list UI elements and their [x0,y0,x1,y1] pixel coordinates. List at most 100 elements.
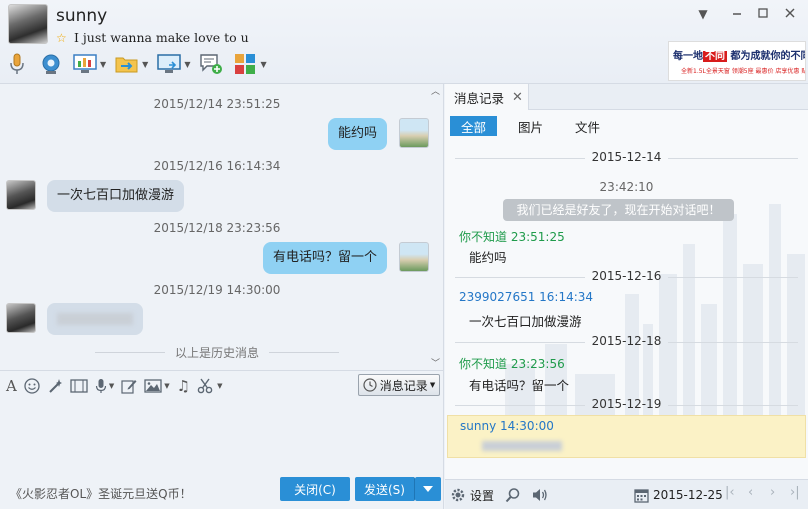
close-button[interactable]: 关闭(C) [280,477,350,501]
ad-banner[interactable]: 每一地 不同 都为成就你的不同 全新1.5L全景天窗 领潮5座 最惠价 店享优惠 … [668,41,806,81]
record-sender[interactable]: 2399027651 16:14:34 [459,290,593,304]
record-sender[interactable]: 你不知道 23:23:56 [459,355,565,372]
message-history-label: 消息记录 [379,378,428,393]
star-icon: ☆ [56,31,67,45]
settings-button[interactable]: 设置 [450,485,494,505]
history-divider: 以上是历史消息 [0,344,434,361]
music-icon[interactable]: ♫ [177,375,190,397]
create-group-chat-button[interactable] [198,50,224,78]
blurred-content [57,312,133,325]
apps-button[interactable]: ▼ [232,50,267,78]
chat-message-area[interactable]: ︿ 2015/12/14 23:51:25 能约吗 2015/12/16 16:… [0,84,444,370]
record-time: 23:42:10 [599,180,654,194]
chevron-down-icon: ▼ [142,59,149,69]
message-timestamp: 2015/12/18 23:23:56 [153,221,281,235]
chat-toolbar: ▼ ▼ ▼ ▼ [4,50,275,78]
ad-subline: 全新1.5L全景天窗 领潮5座 最惠价 店享优惠 贴合城 [681,68,806,75]
chevron-down-icon: ▼ [108,382,115,390]
filter-all[interactable]: 全部 [450,116,498,136]
edit-icon[interactable] [121,375,137,397]
remote-desktop-button[interactable]: ▼ [72,50,106,78]
message-history-button[interactable]: 消息记录 ▼ [358,374,440,396]
ad-headline: 每一地 不同 都为成就你的不同 [673,51,806,62]
chat-add-icon [198,53,224,75]
contact-signature: I just wanna make love to u [74,30,249,45]
record-date: 2015-12-14 [445,150,808,164]
system-message: 我们已经是好友了，现在开始对话吧！ [503,199,734,221]
message-bubble-received[interactable] [47,303,143,335]
message-bubble-received[interactable]: 一次七百口加做漫游 [47,180,185,212]
chat-window-header: sunny ☆ I just wanna make love to u ▼ ▼ [0,0,808,84]
promo-link[interactable]: 《火影忍者OL》圣诞元旦送Q币！ [10,485,192,502]
record-date: 2015-12-16 [445,269,808,283]
next-page-icon[interactable]: › [770,485,775,500]
message-bubble-sent[interactable]: 能约吗 [327,118,387,150]
contact-name[interactable]: sunny [56,6,107,26]
scissors-icon[interactable]: ▼ [197,375,222,397]
voice-call-button[interactable] [4,50,30,78]
chevron-down-icon: ▼ [260,59,267,69]
highlighted-record-entry[interactable]: sunny 14:30:00 [447,415,806,458]
maximize-icon[interactable] [754,6,772,22]
record-content: 有电话吗？留一个 [469,378,570,393]
send-options-button[interactable] [415,477,441,501]
expand-down-icon[interactable]: ﹀ [431,356,440,369]
chevron-down-icon: ▼ [429,381,436,389]
close-icon[interactable] [781,6,799,22]
record-sender[interactable]: 你不知道 23:51:25 [459,228,565,245]
close-tab-icon[interactable]: ✕ [512,90,523,105]
magic-wand-icon[interactable] [47,375,63,397]
contact-avatar-small[interactable] [6,180,36,210]
my-avatar[interactable] [399,118,429,148]
apps-grid-icon [232,53,258,75]
microphone-icon [4,53,30,75]
share-screen-button[interactable]: ▼ [156,50,190,78]
message-timestamp: 2015/12/16 16:14:34 [153,159,281,173]
gear-icon [451,488,465,502]
input-toolbar: A ▼ ▼ ♫ ▼ [6,375,229,397]
date-picker-value: 2015-12-25 [653,488,723,502]
video-call-button[interactable] [38,50,64,78]
message-input-area[interactable]: A ▼ ▼ ♫ ▼ 消息记录 ▼ 《火影忍者OL》圣诞元旦送Q币！ 关闭(C) … [0,370,444,509]
send-file-button[interactable]: ▼ [114,50,148,78]
search-icon[interactable] [505,485,521,505]
clock-icon [363,378,377,392]
last-page-icon[interactable]: ›| [790,485,800,500]
filter-images[interactable]: 图片 [507,116,554,136]
date-picker[interactable]: 2015-12-25 [634,485,723,505]
image-icon[interactable]: ▼ [144,375,170,397]
send-button[interactable]: 发送(S) [355,477,415,501]
message-bubble-sent[interactable]: 有电话吗？留一个 [262,242,387,274]
minimize-icon[interactable] [728,6,746,22]
voice-message-icon[interactable]: ▼ [95,375,114,397]
collapse-up-icon[interactable]: ︿ [431,84,440,97]
video-clip-icon[interactable] [70,375,88,397]
chevron-down-icon: ▼ [164,382,170,390]
emoji-icon[interactable] [24,375,40,397]
message-record-panel: 消息记录 ✕ 全部 图片 文件 2015-12-14 23:42:10 我们已经… [445,84,808,509]
record-date: 2015-12-19 [445,397,808,411]
file-transfer-icon [114,53,140,75]
message-timestamp: 2015/12/19 14:30:00 [153,283,281,297]
filter-files[interactable]: 文件 [564,116,611,136]
font-icon[interactable]: A [6,375,17,397]
record-tab-bar: 消息记录 ✕ [445,84,808,110]
monitor-chart-icon [72,53,98,75]
record-sender[interactable]: sunny 14:30:00 [460,419,554,433]
chevron-down-icon: ▼ [100,59,107,69]
tab-message-record[interactable]: 消息记录 ✕ [445,84,529,110]
screen-share-icon [156,53,182,75]
chevron-down-icon: ▼ [217,382,223,390]
speaker-icon[interactable] [531,485,549,505]
dropdown-icon[interactable]: ▼ [694,6,712,22]
calendar-icon [634,488,649,503]
chevron-down-icon [423,486,433,492]
record-content: 能约吗 [469,250,507,265]
prev-page-icon[interactable]: ‹ [748,485,753,500]
contact-avatar[interactable] [8,4,48,44]
contact-avatar-small[interactable] [6,303,36,333]
first-page-icon[interactable]: |‹ [725,485,735,500]
record-filter-tabs: 全部 图片 文件 [450,116,621,136]
webcam-icon [38,53,64,75]
my-avatar[interactable] [399,242,429,272]
